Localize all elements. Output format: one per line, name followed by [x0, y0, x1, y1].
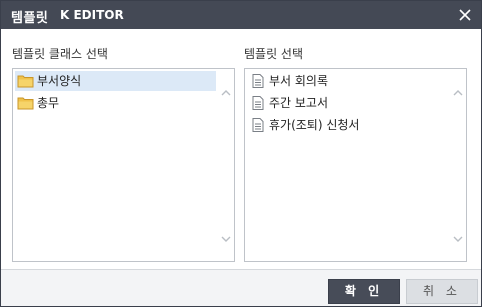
template-list[interactable]: 부서 회의록 주간 보고서 휴가(조퇴) 신청서: [244, 68, 467, 262]
document-icon: [249, 96, 266, 110]
document-icon: [249, 74, 266, 88]
dialog-footer: 확 인 취 소: [1, 270, 481, 306]
class-label: 부서양식: [37, 74, 82, 88]
list-item-template-0[interactable]: 부서 회의록: [247, 71, 448, 91]
close-icon[interactable]: [455, 5, 475, 25]
scroll-up-icon[interactable]: [220, 87, 232, 97]
dialog-title: 템플릿: [11, 11, 49, 26]
template-label: 휴가(조퇴) 신청서: [269, 118, 360, 132]
cancel-button[interactable]: 취 소: [406, 279, 478, 304]
class-list-scrollbar[interactable]: [218, 69, 234, 261]
template-select-label: 템플릿 선택: [244, 47, 304, 61]
scroll-up-icon[interactable]: [452, 87, 464, 97]
dialog-subtitle: K EDITOR: [60, 8, 124, 22]
list-item-template-2[interactable]: 휴가(조퇴) 신청서: [247, 115, 448, 135]
ok-button[interactable]: 확 인: [328, 279, 400, 304]
class-label: 총무: [37, 96, 60, 110]
class-select-label: 템플릿 클래스 선택: [12, 47, 108, 61]
list-item-class-0[interactable]: 부서양식: [15, 71, 216, 91]
template-list-scrollbar[interactable]: [450, 69, 466, 261]
document-icon: [249, 118, 266, 132]
scroll-down-icon[interactable]: [452, 233, 464, 243]
class-list[interactable]: 부서양식 총무: [12, 68, 235, 262]
template-dialog: 템플릿 K EDITOR 템플릿 클래스 선택 부서양식 총무 템플릿 선택 부…: [0, 0, 482, 307]
title-bar[interactable]: 템플릿 K EDITOR: [1, 1, 481, 29]
folder-icon: [17, 96, 34, 110]
list-item-class-1[interactable]: 총무: [15, 93, 216, 113]
list-item-template-1[interactable]: 주간 보고서: [247, 93, 448, 113]
template-label: 부서 회의록: [269, 74, 329, 88]
template-label: 주간 보고서: [269, 96, 329, 110]
folder-icon: [17, 74, 34, 88]
scroll-down-icon[interactable]: [220, 233, 232, 243]
